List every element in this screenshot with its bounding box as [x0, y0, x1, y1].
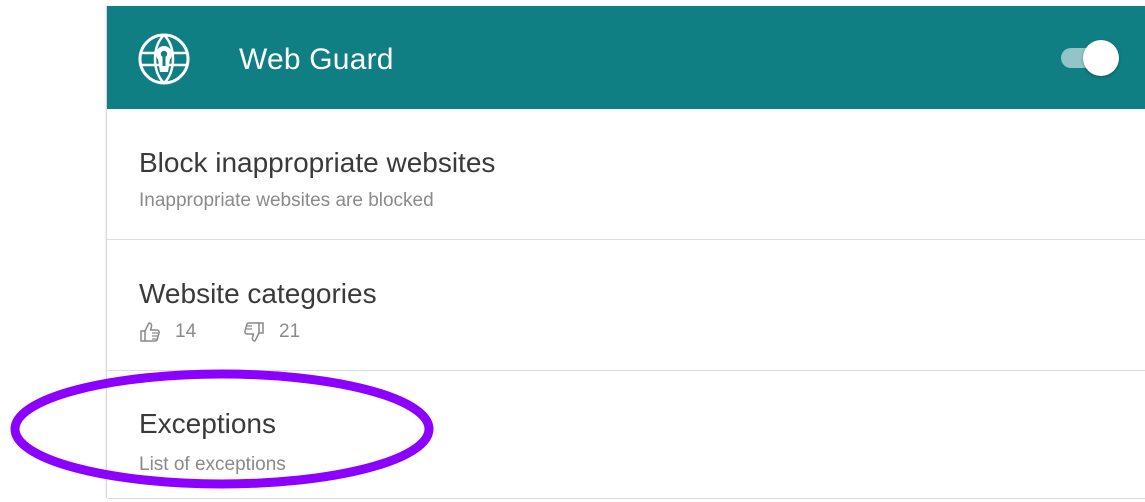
setting-title: Website categories	[139, 278, 377, 309]
blocked-count: 21	[279, 321, 301, 342]
setting-title: Block inappropriate websites	[139, 147, 496, 178]
page-title: Web Guard	[239, 43, 394, 76]
blocked-categories-stat: 21	[243, 319, 333, 345]
website-categories-setting[interactable]: Website categories 14 21	[107, 240, 1145, 371]
web-guard-header: Web Guard	[107, 6, 1145, 109]
thumbs-down-icon	[244, 322, 264, 342]
allowed-count: 14	[175, 321, 197, 342]
globe-keyhole-icon	[138, 33, 190, 85]
web-guard-toggle[interactable]	[1061, 38, 1119, 78]
setting-subtitle: Inappropriate websites are blocked	[139, 190, 434, 211]
highlight-ellipse	[10, 369, 434, 489]
block-websites-setting[interactable]: Block inappropriate websites Inappropria…	[107, 109, 1145, 296]
allowed-categories-stat: 14	[139, 319, 229, 345]
thumbs-up-icon	[140, 322, 160, 342]
toggle-thumb	[1083, 40, 1119, 76]
